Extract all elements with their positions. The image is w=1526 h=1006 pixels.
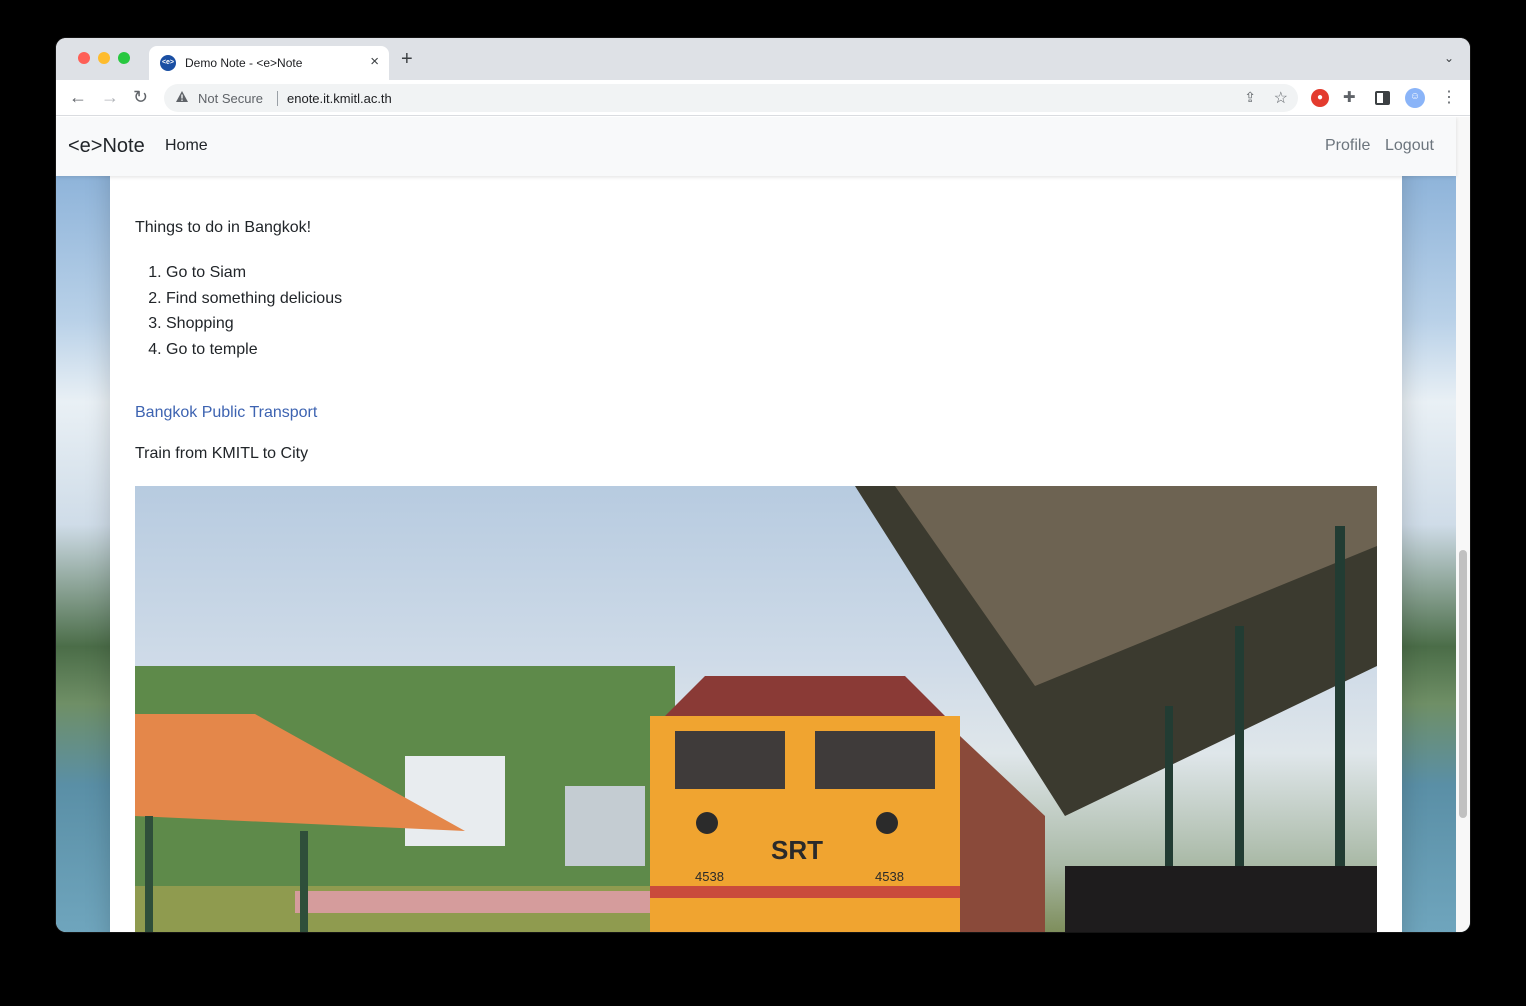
tab-demo-note[interactable]: <e> Demo Note - <e>Note × xyxy=(149,46,389,80)
reload-button[interactable]: ↻ xyxy=(133,87,148,107)
bangkok-public-transport-link[interactable]: Bangkok Public Transport xyxy=(135,404,317,422)
list-item: Shopping xyxy=(166,311,342,337)
fence xyxy=(295,891,655,913)
image-caption: Train from KMITL to City xyxy=(135,445,309,462)
footbridge xyxy=(565,786,645,866)
close-icon[interactable]: × xyxy=(370,53,379,70)
site-brand[interactable]: <e>Note xyxy=(68,135,145,158)
tab-title: Demo Note - <e>Note xyxy=(185,56,303,70)
omnibox-divider xyxy=(277,91,278,106)
locomotive-cab-roof xyxy=(665,676,945,716)
share-icon[interactable]: ⇪ xyxy=(1244,89,1256,106)
extensions-puzzle-icon[interactable]: ✚ xyxy=(1343,89,1361,107)
new-tab-button[interactable]: + xyxy=(401,49,413,69)
nav-link-logout[interactable]: Logout xyxy=(1385,137,1434,155)
tab-strip: <e> Demo Note - <e>Note × + ⌄ xyxy=(56,38,1470,80)
address-bar[interactable]: Not Secure enote.it.kmitl.ac.th ⇪ ☆ xyxy=(164,84,1298,112)
web-page: <e>Note Home Profile Logout Things to do… xyxy=(56,117,1470,932)
headlight-right xyxy=(876,812,898,834)
list-item: Find something delicious xyxy=(166,286,342,312)
security-label[interactable]: Not Secure xyxy=(198,91,263,106)
warning-icon[interactable] xyxy=(175,90,189,103)
headlight-left xyxy=(696,812,718,834)
enote-favicon-icon: <e> xyxy=(160,55,176,71)
building xyxy=(405,756,505,846)
locomotive-number-left: 4538 xyxy=(695,869,724,884)
zoom-window-button[interactable] xyxy=(118,52,130,64)
shelter-pillar xyxy=(300,831,308,932)
site-navbar: <e>Note Home Profile Logout xyxy=(56,117,1456,176)
url-text[interactable]: enote.it.kmitl.ac.th xyxy=(287,91,392,106)
minimize-window-button[interactable] xyxy=(98,52,110,64)
close-window-button[interactable] xyxy=(78,52,90,64)
scrollbar-thumb[interactable] xyxy=(1459,550,1467,818)
forward-button[interactable]: → xyxy=(101,87,119,107)
list-item: Go to Siam xyxy=(166,260,342,286)
locomotive-stripe xyxy=(650,886,960,898)
list-item: Go to temple xyxy=(166,337,342,363)
browser-menu-icon[interactable]: ⋮ xyxy=(1441,89,1457,107)
adblock-extension-icon[interactable]: ● xyxy=(1311,89,1329,107)
passengers xyxy=(1065,866,1377,932)
shelter-pillar xyxy=(145,816,153,932)
train-photo: SRT 4538 4538 xyxy=(135,486,1377,932)
locomotive-number-right: 4538 xyxy=(875,869,904,884)
back-button[interactable]: ← xyxy=(69,87,87,107)
bookmark-star-icon[interactable]: ☆ xyxy=(1274,88,1288,108)
nav-link-profile[interactable]: Profile xyxy=(1325,137,1370,155)
browser-window: <e> Demo Note - <e>Note × + ⌄ ← → ↻ Not … xyxy=(56,38,1470,932)
nav-link-home[interactable]: Home xyxy=(165,137,208,155)
todo-list: Go to Siam Find something delicious Shop… xyxy=(166,260,342,362)
side-panel-icon[interactable] xyxy=(1375,91,1390,105)
train-illustration: SRT 4538 4538 xyxy=(135,486,1377,932)
note-heading: Things to do in Bangkok! xyxy=(135,219,312,236)
locomotive-logo: SRT xyxy=(771,835,823,865)
train-carriage xyxy=(960,736,1045,932)
locomotive-window-left xyxy=(675,731,785,789)
locomotive-window-right xyxy=(815,731,935,789)
chevron-down-icon[interactable]: ⌄ xyxy=(1444,51,1454,65)
browser-toolbar: ← → ↻ Not Secure enote.it.kmitl.ac.th ⇪ … xyxy=(56,80,1470,116)
profile-avatar-icon[interactable]: ☺ xyxy=(1405,88,1425,108)
